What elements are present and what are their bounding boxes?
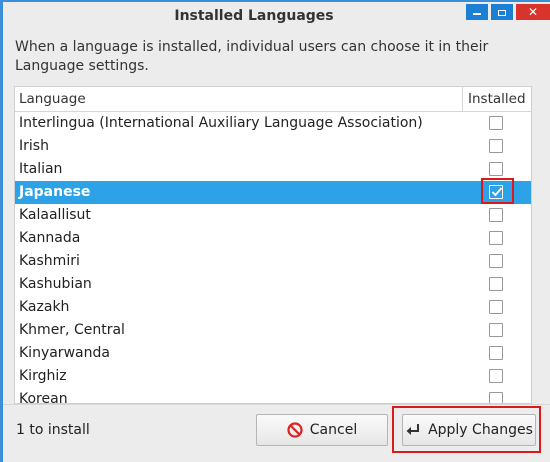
minimize-button[interactable] [466,4,488,20]
language-name: Interlingua (International Auxiliary Lan… [19,115,423,131]
language-row[interactable]: Kannada [15,227,531,250]
list-rows: Interlingua (International Auxiliary Lan… [15,112,531,404]
installed-checkbox[interactable] [489,323,503,337]
language-name: Korean [19,391,68,404]
column-separator [462,87,463,111]
language-row[interactable]: Kalaallisut [15,204,531,227]
language-name: Khmer, Central [19,322,125,338]
installed-checkbox[interactable] [489,277,503,291]
language-name: Kashubian [19,276,92,292]
language-row[interactable]: Kashubian [15,273,531,296]
language-name: Kannada [19,230,81,246]
language-name: Irish [19,138,49,154]
installed-checkbox[interactable] [489,139,503,153]
language-name: Italian [19,161,63,177]
language-row[interactable]: Interlingua (International Auxiliary Lan… [15,112,531,135]
language-name: Kirghiz [19,368,67,384]
status-text: 1 to install [16,422,90,438]
installed-checkbox[interactable] [489,300,503,314]
language-row[interactable]: Japanese [15,178,531,204]
installed-checkbox[interactable] [489,208,503,222]
language-name: Kazakh [19,299,70,315]
language-name: Kinyarwanda [19,345,110,361]
column-header-language[interactable]: Language [19,91,86,107]
language-row[interactable]: Irish [15,135,531,158]
annotation-highlight-apply [392,406,541,453]
language-row[interactable]: Kirghiz [15,365,531,388]
installed-checkbox[interactable] [489,369,503,383]
language-row[interactable]: Italian [15,158,531,181]
window-edge-left [0,0,3,462]
installed-checkbox[interactable] [489,392,503,403]
minimize-icon [473,13,481,15]
footer-divider [3,404,550,405]
maximize-icon [498,10,506,16]
cancel-button[interactable]: Cancel [256,414,388,446]
installed-checkbox[interactable] [489,346,503,360]
close-button[interactable]: ✕ [516,4,550,20]
language-row[interactable]: Kinyarwanda [15,342,531,365]
title-bar[interactable]: Installed Languages ✕ [3,2,550,32]
cancel-label: Cancel [309,422,358,438]
language-list[interactable]: Language Installed Interlingua (Internat… [14,86,532,404]
language-row[interactable]: Kashmiri [15,250,531,273]
list-header: Language Installed [15,87,531,112]
installed-checkbox[interactable] [489,116,503,130]
description-text: When a language is installed, individual… [15,39,489,74]
installed-checkbox[interactable] [489,231,503,245]
maximize-button[interactable] [491,4,513,20]
language-name: Kalaallisut [19,207,91,223]
annotation-highlight-checkbox [481,178,514,204]
close-icon: ✕ [527,5,539,19]
column-header-installed[interactable]: Installed [468,91,526,107]
language-name: Japanese [19,184,91,200]
language-row[interactable]: Khmer, Central [15,319,531,342]
installed-checkbox[interactable] [489,162,503,176]
language-name: Kashmiri [19,253,80,269]
installed-checkbox[interactable] [489,254,503,268]
cancel-icon [287,422,303,438]
language-row[interactable]: Kazakh [15,296,531,319]
language-row[interactable]: Korean [15,388,531,404]
